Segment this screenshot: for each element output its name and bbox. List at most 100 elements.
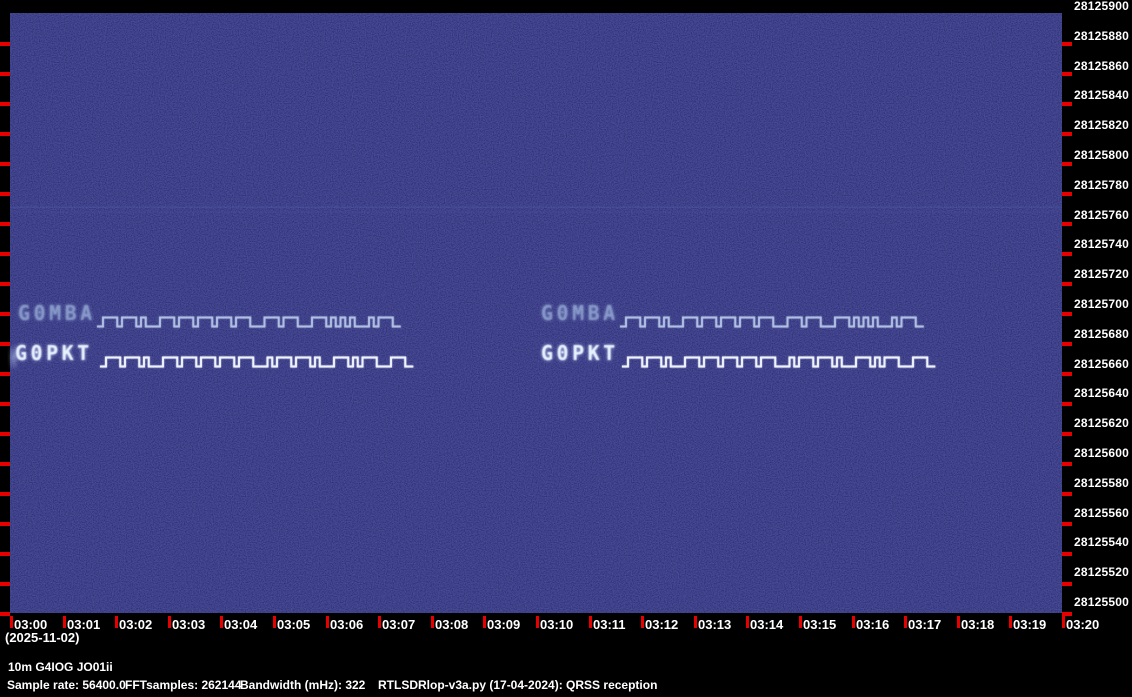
freq-tick-right: [1062, 222, 1072, 226]
time-axis-label: 03:05: [277, 618, 310, 631]
time-axis-label: 03:09: [487, 618, 520, 631]
freq-tick-left: [0, 372, 10, 376]
freq-tick-right: [1062, 132, 1072, 136]
time-axis-label: 03:18: [961, 618, 994, 631]
time-tick: [746, 616, 749, 628]
freq-tick-left: [0, 282, 10, 286]
qrss-grabber-screen: G0MBA G0PKT G0MBA G0PKT 28125900 28125880 281…: [0, 0, 1132, 697]
freq-axis-label: 28125780: [1074, 179, 1129, 191]
freq-tick-right: [1062, 312, 1072, 316]
freq-axis-label: 28125540: [1074, 536, 1129, 548]
callsign-text-g0pkt: G0PKT: [541, 343, 619, 363]
freq-axis-label: 28125500: [1074, 596, 1129, 608]
bandwidth-text: Bandwidth (mHz): 322: [240, 679, 365, 692]
freq-axis-label: 28125800: [1074, 149, 1129, 161]
freq-axis-label: 28125560: [1074, 507, 1129, 519]
time-tick: [641, 616, 644, 628]
callsign-text-g0mba: G0MBA: [541, 303, 619, 323]
freq-tick-left: [0, 432, 10, 436]
time-axis-label: 03:14: [750, 618, 783, 631]
time-tick: [957, 616, 960, 628]
time-axis-label: 03:03: [172, 618, 205, 631]
time-tick: [63, 616, 66, 628]
freq-tick-right: [1062, 42, 1072, 46]
freq-tick-left: [0, 522, 10, 526]
time-tick: [589, 616, 592, 628]
callsign-text-g0mba: G0MBA: [18, 303, 96, 323]
sample-rate-text: Sample rate: 56400.0: [7, 679, 126, 692]
freq-tick-right: [1062, 72, 1072, 76]
time-axis-label: 03:04: [224, 618, 257, 631]
time-tick: [799, 616, 802, 628]
freq-tick-right: [1062, 282, 1072, 286]
freq-tick-right: [1062, 462, 1072, 466]
time-tick: [536, 616, 539, 628]
time-tick: [694, 616, 697, 628]
time-tick: [483, 616, 486, 628]
freq-tick-left: [0, 132, 10, 136]
freq-tick-right: [1062, 402, 1072, 406]
time-tick: [220, 616, 223, 628]
fft-samples-text: FFTsamples: 262144: [125, 679, 242, 692]
freq-axis-label: 28125680: [1074, 328, 1129, 340]
time-axis-label: 03:07: [382, 618, 415, 631]
freq-tick-right: [1062, 552, 1072, 556]
time-tick: [10, 616, 13, 628]
freq-tick-right: [1062, 342, 1072, 346]
freq-tick-left: [0, 72, 10, 76]
time-axis-label: 03:10: [540, 618, 573, 631]
time-axis-label: 03:16: [856, 618, 889, 631]
freq-axis-label: 28125840: [1074, 89, 1129, 101]
freq-axis-label: 28125760: [1074, 209, 1129, 221]
freq-axis-label: 28125520: [1074, 566, 1129, 578]
time-axis-label: 03:06: [330, 618, 363, 631]
freq-tick-left: [0, 552, 10, 556]
time-axis-label: 03:19: [1013, 618, 1046, 631]
freq-axis-label: 28125720: [1074, 268, 1129, 280]
time-axis-label: 03:12: [645, 618, 678, 631]
freq-tick-left: [0, 342, 10, 346]
time-tick: [326, 616, 329, 628]
freq-axis-label: 28125740: [1074, 238, 1129, 250]
freq-tick-right: [1062, 252, 1072, 256]
freq-axis-label: 28125700: [1074, 298, 1129, 310]
spectrogram-canvas: [10, 13, 1062, 613]
freq-tick-left: [0, 312, 10, 316]
program-text: RTLSDRlop-v3a.py (17-04-2024): QRSS rece…: [378, 679, 657, 692]
freq-tick-right: [1062, 102, 1072, 106]
freq-tick-right: [1062, 582, 1072, 586]
time-axis-label: 03:20: [1066, 618, 1099, 631]
freq-tick-right: [1062, 192, 1072, 196]
freq-tick-left: [0, 42, 10, 46]
freq-axis-label: 28125620: [1074, 417, 1129, 429]
freq-axis-label: 28125580: [1074, 477, 1129, 489]
time-axis-label: 03:02: [119, 618, 152, 631]
freq-tick-left: [0, 612, 10, 616]
freq-axis-label: 28125660: [1074, 358, 1129, 370]
freq-axis-label: 28125900: [1074, 0, 1129, 12]
spectrogram-noise: [10, 13, 1062, 613]
freq-tick-left: [0, 492, 10, 496]
freq-axis-label: 28125820: [1074, 119, 1129, 131]
freq-tick-left: [0, 462, 10, 466]
freq-axis-label: 28125880: [1074, 30, 1129, 42]
time-tick: [115, 616, 118, 628]
time-tick: [168, 616, 171, 628]
time-axis-label: 03:17: [908, 618, 941, 631]
freq-tick-right: [1062, 372, 1072, 376]
freq-tick-left: [0, 582, 10, 586]
time-tick: [1062, 616, 1065, 628]
time-tick: [431, 616, 434, 628]
freq-tick-right: [1062, 492, 1072, 496]
freq-tick-left: [0, 402, 10, 406]
freq-axis-label: 28125600: [1074, 447, 1129, 459]
freq-axis-label: 28125860: [1074, 60, 1129, 72]
freq-tick-left: [0, 252, 10, 256]
freq-tick-right: [1062, 432, 1072, 436]
time-tick: [1009, 616, 1012, 628]
callsign-text-g0pkt: G0PKT: [15, 343, 93, 363]
freq-tick-left: [0, 222, 10, 226]
freq-tick-right: [1062, 522, 1072, 526]
signal-edge-smear: [10, 345, 17, 369]
time-axis-label: 03:11: [593, 618, 626, 631]
